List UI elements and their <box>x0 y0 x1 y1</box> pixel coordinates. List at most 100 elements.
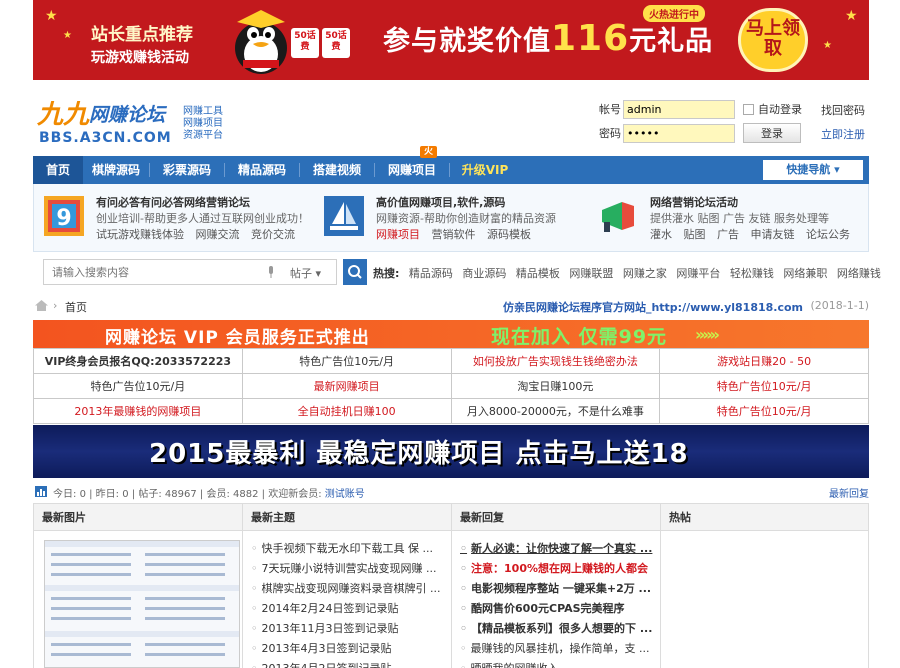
ad-cell[interactable]: 如何投放广告实现钱生钱绝密办法 <box>450 348 661 374</box>
reply-item[interactable]: 新人必读：让你快速了解一个真实 ... <box>460 539 660 559</box>
nav-item-home[interactable]: 首页 <box>33 156 83 184</box>
info-title: 高价值网赚项目,软件,源码 <box>376 196 506 209</box>
hot-search-link[interactable]: 网赚之家 <box>623 267 667 280</box>
info-link[interactable]: 灌水 <box>650 228 672 241</box>
vip-banner[interactable]: 网赚论坛 VIP 会员服务正式推出 现在加入 仅需99元 »»» <box>33 320 869 348</box>
info-link[interactable]: 试玩游戏赚钱体验 <box>96 228 184 241</box>
banner-main-prefix: 参与就奖价值 <box>383 26 551 57</box>
latest-reply-link[interactable]: 最新回复 <box>829 485 869 500</box>
topic-item[interactable]: 2013年4月3日签到记录贴 <box>251 639 451 659</box>
microphone-icon[interactable] <box>267 266 275 278</box>
info-link[interactable]: 网赚项目 <box>376 228 420 241</box>
hot-search-link[interactable]: 网赚平台 <box>676 267 720 280</box>
hot-search-link[interactable]: 网络兼职 <box>783 267 827 280</box>
reply-item[interactable]: 电影视频程序整站 一键采集+2万 ... <box>460 579 660 599</box>
remember-checkbox[interactable] <box>743 103 754 115</box>
posts-label: 帖子: <box>138 489 162 500</box>
banner-cta-button[interactable]: 马上领取 <box>738 8 808 72</box>
site-logo[interactable]: 九九 网赚论坛 BBS.A3CN.COM 网赚工具 网赚项目 资源平台 <box>37 94 237 146</box>
info-link[interactable]: 网赚交流 <box>196 228 240 241</box>
info-link[interactable]: 广告 <box>717 228 739 241</box>
hot-search-link[interactable]: 网赚联盟 <box>569 267 613 280</box>
search-input[interactable] <box>52 263 252 281</box>
account-field[interactable] <box>623 99 735 119</box>
ad-cell[interactable]: 特色广告位10元/月 <box>659 398 869 424</box>
thumb-bar <box>45 631 239 637</box>
nav-item-lottery-source[interactable]: 彩票源码 <box>150 156 224 184</box>
topic-item[interactable]: 快手视频下载无水印下载工具 保 ... <box>251 539 451 559</box>
nav-item-setup-video[interactable]: 搭建视频 <box>300 156 374 184</box>
forgot-password-link[interactable]: 找回密码 <box>821 102 865 118</box>
newest-member-link[interactable]: 测试账号 <box>325 489 365 500</box>
thumb-row <box>145 553 225 556</box>
hot-search-link[interactable]: 轻松赚钱 <box>730 267 774 280</box>
bar-chart-icon <box>35 486 47 497</box>
ad-cell[interactable]: 最新网赚项目 <box>241 373 452 399</box>
ad-cell[interactable]: 月入8000-20000元，不是什么难事 <box>450 398 661 424</box>
info-link[interactable]: 论坛公务 <box>806 228 850 241</box>
info-strip: 9 有问必答有问必答网络营销论坛 创业培训-帮助更多人通过互联网创业成功！ 试玩… <box>33 184 869 252</box>
info-title: 有问必答有问必答网络营销论坛 <box>96 196 250 209</box>
home-icon[interactable] <box>35 300 48 311</box>
coupon-tag: 50话费 <box>291 28 319 58</box>
logo-tags: 网赚工具 网赚项目 资源平台 <box>183 106 223 142</box>
quick-nav-label: 快捷导航 <box>786 163 831 176</box>
star-icon: ★ <box>45 8 58 24</box>
info-link[interactable]: 源码模板 <box>487 228 531 241</box>
login-button[interactable]: 登录 <box>743 123 801 143</box>
hot-search-link[interactable]: 商业源码 <box>462 267 506 280</box>
thumb-row <box>145 597 225 600</box>
ad-cell[interactable]: 2013年最赚钱的网赚项目 <box>33 398 243 424</box>
quick-nav-dropdown[interactable]: 快捷导航 ▾ <box>763 160 863 180</box>
ad-cell[interactable]: 特色广告位10元/月 <box>33 373 243 399</box>
hot-search-link[interactable]: 精品源码 <box>409 267 453 280</box>
official-site-link[interactable]: 仿亲民网赚论坛程序官方网站_http://www.yl81818.com <box>503 299 803 315</box>
topic-item[interactable]: 7天玩赚小说特训营实战变现网赚 ... <box>251 559 451 579</box>
breadcrumb-current: 首页 <box>65 301 87 314</box>
ad-cell[interactable]: 特色广告位10元/月 <box>241 348 452 374</box>
ad-cell[interactable]: 游戏站日赚20 - 50 <box>659 348 869 374</box>
info-link[interactable]: 贴图 <box>684 228 706 241</box>
remember-label[interactable]: 自动登录 <box>758 101 802 117</box>
thumb-row <box>51 653 131 656</box>
top-promo-banner[interactable]: ★ ★ ★ ★ 站长重点推荐 玩游戏赚钱活动 50话费 50话费 参与就奖价值1… <box>33 0 869 80</box>
nine-logo-icon: 9 <box>44 196 84 236</box>
logo-tag: 网赚项目 <box>183 118 223 129</box>
topic-item[interactable]: 棋牌实战变现网赚资料录音棋牌引 ... <box>251 579 451 599</box>
hot-search-link[interactable]: 网络赚钱 <box>837 267 881 280</box>
password-field[interactable] <box>623 123 735 143</box>
info-link[interactable]: 申请友链 <box>751 228 795 241</box>
site-header: 九九 网赚论坛 BBS.A3CN.COM 网赚工具 网赚项目 资源平台 帐号 自… <box>33 88 869 148</box>
nav-item-projects[interactable]: 网赚项目 火 <box>375 146 449 184</box>
search-scope-select[interactable]: 帖子 ▾ <box>290 265 321 281</box>
info-link[interactable]: 营销软件 <box>432 228 476 241</box>
reply-item[interactable]: 晒晒我的网赚收入 <box>460 659 660 668</box>
big-promo-banner[interactable]: 2015最暴利 最稳定网赚项目 点击马上送18 <box>33 425 869 478</box>
col-latest-topics: 最新主题 快手视频下载无水印下载工具 保 ... 7天玩赚小说特训营实战变现网赚… <box>243 504 452 668</box>
nav-item-chess-source[interactable]: 棋牌源码 <box>83 156 149 184</box>
info-link[interactable]: 竞价交流 <box>251 228 295 241</box>
ad-cell[interactable]: 特色广告位10元/月 <box>659 373 869 399</box>
topic-item[interactable]: 2014年2月24日签到记录贴 <box>251 599 451 619</box>
topic-item[interactable]: 2013年4月2日签到记录贴 <box>251 659 451 668</box>
ad-grid: VIP终身会员报名QQ:2033572223 特色广告位10元/月 如何投放广告… <box>33 348 869 424</box>
reply-item[interactable]: 最赚钱的风暴挂机，操作简单，支 ... <box>460 639 660 659</box>
col-header: 最新回复 <box>452 504 660 531</box>
reply-item[interactable]: 酷网售价600元CPAS完美程序 <box>460 599 660 619</box>
register-link[interactable]: 立即注册 <box>821 126 865 142</box>
sailboat-icon <box>324 196 364 236</box>
star-icon: ★ <box>823 40 832 51</box>
search-button[interactable] <box>343 259 367 285</box>
members-label: 会员: <box>206 489 230 500</box>
nav-item-upgrade-vip[interactable]: 升级VIP <box>450 156 520 184</box>
ad-cell[interactable]: 淘宝日赚100元 <box>450 373 661 399</box>
nav-item-premium-source[interactable]: 精品源码 <box>225 156 299 184</box>
latest-image-thumbnail[interactable] <box>44 540 240 668</box>
reply-item[interactable]: 注意：100%想在网上赚钱的人都会 <box>460 559 660 579</box>
reply-item[interactable]: 【精品模板系列】很多人想要的下 ... <box>460 619 660 639</box>
hot-search-link[interactable]: 精品模板 <box>516 267 560 280</box>
ad-cell[interactable]: 全自动挂机日赚100 <box>241 398 452 424</box>
hot-badge: 火 <box>419 146 437 158</box>
ad-cell[interactable]: VIP终身会员报名QQ:2033572223 <box>33 348 243 374</box>
topic-item[interactable]: 2013年11月3日签到记录贴 <box>251 619 451 639</box>
